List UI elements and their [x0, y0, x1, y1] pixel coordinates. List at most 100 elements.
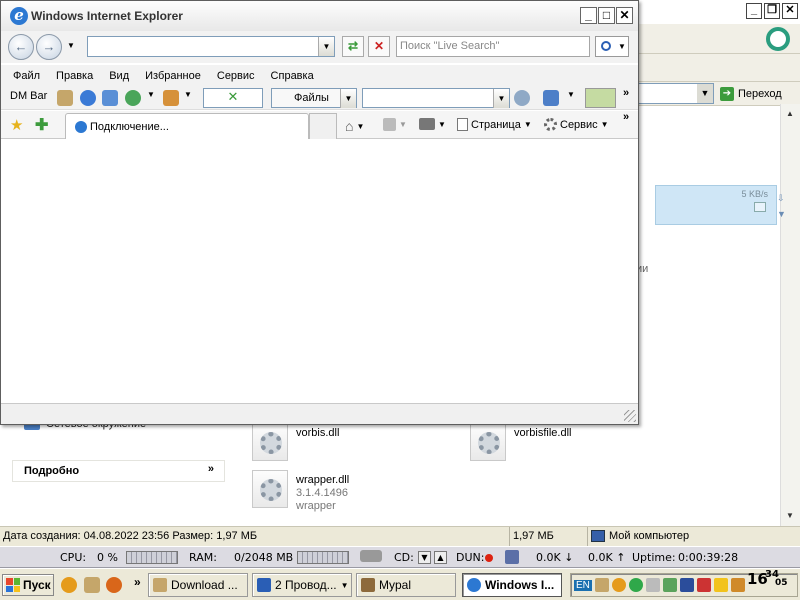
chevron-down-icon[interactable]: ▼	[147, 90, 155, 99]
feeds-button[interactable]: ▼	[383, 118, 407, 131]
chevron-down-icon[interactable]: »	[208, 463, 214, 475]
go-button[interactable]: ➔ Переход	[720, 84, 782, 104]
resize-grip-icon[interactable]	[624, 410, 636, 422]
menu-file[interactable]: Файл	[13, 70, 40, 82]
file-name: wrapper.dll	[296, 474, 350, 486]
search-input[interactable]: Поиск "Live Search"	[396, 36, 590, 57]
chevron-down-icon[interactable]: ▼	[567, 90, 575, 99]
print-button[interactable]: ▼	[419, 118, 446, 130]
color-swatch[interactable]	[585, 88, 616, 108]
download-manager-tray-icon[interactable]	[594, 578, 609, 592]
download-arrow-icon[interactable]	[543, 90, 559, 106]
new-tab-button[interactable]	[309, 113, 337, 139]
dun-label: DUN:	[456, 551, 485, 564]
scroll-up-icon[interactable]: ▲	[783, 106, 797, 122]
drop-target-box[interactable]: ✕	[203, 88, 263, 108]
cd-close-icon[interactable]: ▲	[434, 551, 447, 564]
system-monitor-bar: CPU: 0 % RAM: 0/2048 MB CD: ▼ ▲ DUN: 0.0…	[0, 546, 800, 568]
download-arrows-icon[interactable]: ⇩ ▼	[777, 190, 789, 222]
download-manager-icon[interactable]	[57, 90, 73, 106]
favorites-star-icon[interactable]: ★	[10, 116, 23, 134]
file-item[interactable]: vorbis.dll	[252, 423, 339, 461]
taskbar-button-ie[interactable]: Windows I...	[462, 573, 562, 597]
tab-connecting[interactable]: Подключение...	[65, 113, 309, 139]
explorer-close-button[interactable]: ✕	[782, 3, 798, 19]
taskbar-button-download[interactable]: Download ...	[148, 573, 248, 597]
explorer-address-input[interactable]: ▼	[638, 83, 714, 104]
download-panel[interactable]: 5 KB/s	[655, 185, 777, 225]
start-label: Пуск	[23, 578, 51, 592]
toolbar-more-icon[interactable]: »	[623, 111, 629, 123]
magnify-icon[interactable]	[514, 90, 530, 106]
menu-view[interactable]: Вид	[109, 70, 129, 82]
tools-menu-button[interactable]: Сервис ▼	[544, 118, 609, 131]
stop-button[interactable]: ✕	[368, 36, 390, 57]
refresh-icon[interactable]	[766, 27, 790, 51]
ie-titlebar[interactable]: e Windows Internet Explorer _ □ ✕	[1, 1, 638, 31]
dll-file-icon	[252, 470, 288, 508]
quicklaunch-more-icon[interactable]: »	[134, 575, 141, 589]
taskbar-button-explorer[interactable]: 2 Провод... ▼	[252, 573, 352, 597]
warning-icon[interactable]	[713, 578, 728, 592]
upload-rate: 0.0K ↑	[588, 551, 626, 564]
chevron-down-icon[interactable]: ▼	[493, 89, 509, 108]
language-indicator[interactable]: EN	[574, 579, 592, 591]
chevron-down-icon[interactable]: ▼	[318, 37, 334, 56]
start-button[interactable]: Пуск	[2, 574, 54, 596]
chevron-down-icon[interactable]: ▼	[618, 37, 626, 56]
history-dropdown-icon[interactable]: ▼	[67, 41, 75, 50]
network-tray-icon[interactable]	[679, 578, 694, 592]
menu-edit[interactable]: Правка	[56, 70, 93, 82]
add-favorite-icon[interactable]: ✚	[35, 115, 48, 135]
tools-icon[interactable]	[730, 578, 745, 592]
file-item[interactable]: wrapper.dll 3.1.4.1496 wrapper	[252, 470, 349, 513]
home-icon: ⌂	[345, 118, 354, 134]
forward-button[interactable]: →	[36, 34, 62, 60]
ie-window: e Windows Internet Explorer _ □ ✕ ← → ▼ …	[0, 0, 639, 425]
chevron-down-icon[interactable]: ▼	[184, 90, 192, 99]
menu-help[interactable]: Справка	[271, 70, 314, 82]
firefox-icon[interactable]	[106, 577, 122, 593]
close-button[interactable]: ✕	[616, 7, 633, 24]
explorer-maximize-button[interactable]: ❐	[764, 3, 780, 19]
explorer-scrollbar[interactable]	[780, 104, 800, 526]
file-item[interactable]: vorbisfile.dll	[470, 423, 571, 461]
details-panel-header[interactable]: Подробно »	[12, 460, 225, 482]
drive-icon[interactable]	[360, 550, 382, 562]
back-button[interactable]: ←	[8, 34, 34, 60]
settings-icon[interactable]	[163, 90, 179, 106]
avast-icon[interactable]	[61, 577, 77, 593]
minimize-button[interactable]: _	[580, 7, 597, 24]
flag-icon[interactable]	[696, 578, 711, 592]
add-download-icon[interactable]	[80, 90, 96, 106]
taskbar-button-label: Windows I...	[485, 578, 555, 592]
taskbar-button-mypal[interactable]: Mypal	[356, 573, 456, 597]
explorer-minimize-button[interactable]: _	[746, 3, 762, 19]
safely-remove-icon[interactable]	[662, 578, 677, 592]
ie-content-area[interactable]	[1, 139, 638, 403]
network-connections-icon[interactable]	[505, 550, 519, 564]
refresh-button[interactable]: ⇄	[342, 36, 364, 57]
menu-favorites[interactable]: Избранное	[145, 70, 201, 82]
files-dropdown[interactable]: Файлы ▼	[271, 88, 357, 108]
chevron-down-icon[interactable]: ▼	[697, 84, 713, 103]
home-button[interactable]: ⌂ ▼	[345, 118, 364, 134]
page-menu-button[interactable]: Страница ▼	[457, 118, 532, 131]
address-input[interactable]: ▼	[87, 36, 335, 57]
cd-eject-icon[interactable]: ▼	[418, 551, 431, 564]
download-manager-icon[interactable]	[84, 577, 100, 593]
menu-tools[interactable]: Сервис	[217, 70, 255, 82]
maximize-button[interactable]: □	[598, 7, 615, 24]
web-icon[interactable]	[125, 90, 141, 106]
uptime-label: Uptime:	[632, 551, 676, 564]
queue-icon[interactable]	[102, 90, 118, 106]
volume-icon[interactable]	[645, 578, 660, 592]
cpu-meter	[126, 551, 178, 564]
ie-menu-bar: Файл Правка Вид Избранное Сервис Справка	[1, 65, 638, 86]
avast-tray-icon[interactable]	[611, 578, 626, 592]
dm-search-input[interactable]: ▼	[362, 88, 510, 108]
toolbar-more-icon[interactable]: »	[623, 87, 629, 99]
scroll-down-icon[interactable]: ▼	[783, 508, 797, 524]
search-button[interactable]: ▼	[595, 36, 629, 57]
utorrent-icon[interactable]	[628, 578, 643, 592]
